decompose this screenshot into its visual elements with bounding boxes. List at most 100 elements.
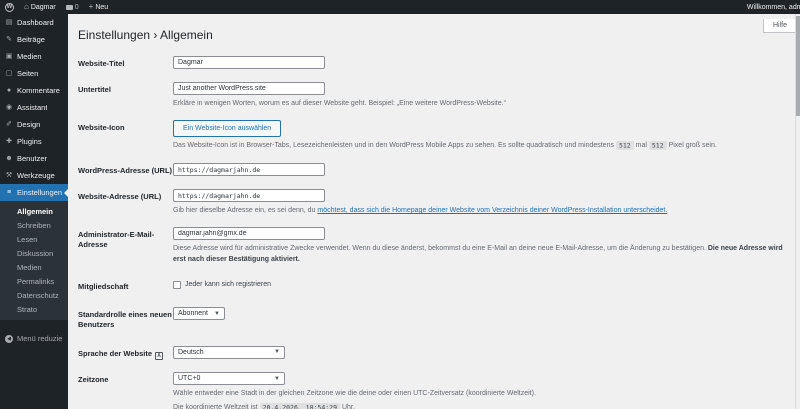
membership-checkbox-label: Jeder kann sich registrieren: [185, 281, 271, 289]
membership-checkbox[interactable]: [173, 280, 181, 289]
vertical-scrollbar[interactable]: [795, 14, 800, 409]
admin-email-input[interactable]: [173, 227, 325, 241]
wordpress-url-label: WordPress-Adresse (URL): [78, 166, 173, 176]
comment-count: 0: [74, 3, 79, 11]
membership-option: Jeder kann sich registrieren: [173, 279, 271, 289]
sidebar-item-label: Medien: [17, 52, 42, 61]
default-role-select[interactable]: Abonnent ▼: [173, 307, 225, 321]
membership-label: Mitgliedschaft: [78, 281, 129, 291]
site-url-help-link[interactable]: möchtest, dass sich die Homepage deiner …: [317, 207, 667, 214]
site-name-menu[interactable]: ⌂ Dagmar: [19, 0, 61, 14]
dashboard-icon: ▤: [5, 19, 13, 26]
language-label: Sprache der Website A: [78, 346, 173, 361]
comments-icon: [65, 4, 73, 10]
submenu-item-writing[interactable]: Schreiben: [0, 218, 68, 232]
timezone-help: Wähle entweder eine Stadt in der gleiche…: [173, 390, 536, 398]
submenu-item-strato[interactable]: Strato: [0, 302, 68, 316]
choose-site-icon-button[interactable]: Ein Website-Icon auswählen: [173, 120, 282, 138]
submenu-item-general[interactable]: Allgemein: [0, 204, 68, 218]
sidebar-item-assistant[interactable]: ◉ Assistant: [0, 99, 68, 116]
website-title-input[interactable]: [173, 56, 325, 69]
submenu-item-discussion[interactable]: Diskussion: [0, 246, 68, 260]
sidebar-item-media[interactable]: ▣ Medien: [0, 48, 68, 65]
utc-suffix: Uhr.: [341, 404, 355, 409]
help-tab[interactable]: Hilfe: [762, 19, 797, 33]
row-timezone: Zeitzone UTC+0 ▼ Wähle entweder eine Sta…: [78, 372, 788, 409]
admin-sidebar: ▤ Dashboard ✎ Beiträge ▣ Medien ▢ Seiten…: [0, 14, 68, 409]
utc-prefix: Die koordinierte Weltzeit ist: [173, 404, 258, 409]
comments-menu[interactable]: 0: [61, 0, 84, 14]
site-icon-help: Das Website-Icon ist in Browser-Tabs, Le…: [173, 140, 717, 151]
language-label-text: Sprache der Website: [78, 348, 153, 358]
collapse-label: Menü reduzieren: [17, 334, 63, 343]
submenu-item-permalinks[interactable]: Permalinks: [0, 274, 68, 288]
sidebar-item-label: Beiträge: [17, 35, 45, 44]
submenu-item-privacy[interactable]: Datenschutz: [0, 288, 68, 302]
sidebar-item-label: Werkzeuge: [17, 171, 55, 180]
language-select[interactable]: Deutsch ▼: [173, 345, 285, 359]
sidebar-item-pages[interactable]: ▢ Seiten: [0, 65, 68, 82]
row-default-role: Standardrolle eines neuen Benutzers Abon…: [78, 307, 788, 330]
row-tagline: Untertitel Erkläre in wenigen Worten, wo…: [78, 82, 788, 109]
sidebar-item-appearance[interactable]: ✐ Design: [0, 116, 68, 133]
sidebar-item-label: Dashboard: [17, 18, 54, 27]
row-site-icon: Website-Icon Ein Website-Icon auswählen …: [78, 120, 788, 151]
site-icon-help-after: Pixel groß sein.: [668, 142, 717, 150]
row-website-title: Website-Titel: [78, 56, 788, 69]
sidebar-item-settings[interactable]: ≡ Einstellungen: [0, 184, 68, 201]
sidebar-item-label: Seiten: [17, 69, 39, 78]
site-icon-label: Website-Icon: [78, 123, 125, 133]
collapse-menu-button[interactable]: ◀ Menü reduzieren: [0, 330, 68, 347]
tagline-input[interactable]: [173, 82, 325, 95]
site-name-label: Dagmar: [30, 3, 56, 11]
wordpress-url-input[interactable]: [173, 163, 325, 177]
sidebar-item-plugins[interactable]: ✚ Plugins: [0, 133, 68, 150]
sidebar-item-dashboard[interactable]: ▤ Dashboard: [0, 14, 68, 31]
wordpress-logo-menu[interactable]: W: [0, 0, 19, 14]
assistant-icon: ◉: [5, 104, 13, 111]
settings-submenu: Allgemein Schreiben Lesen Diskussion Med…: [0, 201, 68, 320]
timezone-select[interactable]: UTC+0 ▼: [173, 372, 285, 386]
sidebar-item-tools[interactable]: ⚒ Werkzeuge: [0, 167, 68, 184]
row-wordpress-url: WordPress-Adresse (URL): [78, 163, 788, 177]
tagline-help: Erkläre in wenigen Worten, worum es auf …: [173, 100, 506, 107]
sidebar-item-label: Benutzer: [17, 154, 48, 163]
settings-icon: ≡: [6, 189, 12, 196]
main-content: Hilfe Einstellungen › Allgemein Website-…: [68, 14, 800, 409]
posts-icon: ✎: [6, 36, 12, 43]
timezone-label: Zeitzone: [78, 375, 109, 385]
row-site-url: Website-Adresse (URL) Gib hier dieselbe …: [78, 189, 788, 216]
translation-icon: A: [155, 352, 164, 361]
sidebar-item-users[interactable]: ☻ Benutzer: [0, 150, 68, 167]
sidebar-item-label: Kommentare: [17, 86, 60, 95]
scrollbar-thumb[interactable]: [796, 16, 800, 116]
chevron-down-icon: ▼: [274, 349, 280, 356]
media-icon: ▣: [5, 53, 13, 60]
size-code-1: 512: [615, 140, 634, 150]
wordpress-logo-icon: W: [5, 2, 14, 12]
collapse-icon: ◀: [5, 334, 13, 343]
website-title-label: Website-Titel: [78, 59, 125, 68]
comments-icon: ●: [6, 87, 12, 94]
site-url-label: Website-Adresse (URL): [78, 192, 162, 202]
admin-bar: W ⌂ Dagmar 0 + Neu Willkommen, admin: [0, 0, 800, 14]
new-label: Neu: [95, 3, 109, 11]
howdy-menu[interactable]: Willkommen, admin: [747, 0, 800, 14]
sidebar-item-label: Plugins: [17, 137, 42, 146]
timezone-value: UTC+0: [178, 375, 201, 383]
submenu-item-reading[interactable]: Lesen: [0, 232, 68, 246]
new-content-menu[interactable]: + Neu: [84, 0, 114, 14]
submenu-item-media[interactable]: Medien: [0, 260, 68, 274]
mal-word: mal: [635, 142, 647, 150]
sidebar-item-posts[interactable]: ✎ Beiträge: [0, 31, 68, 48]
tagline-label: Untertitel: [78, 85, 111, 94]
admin-email-label: Administrator-E-Mail-Adresse: [78, 230, 155, 250]
page-title: Einstellungen › Allgemein: [78, 28, 213, 42]
language-value: Deutsch: [178, 348, 204, 356]
row-membership: Mitgliedschaft Jeder kann sich registrie…: [78, 279, 788, 292]
admin-email-help: Diese Adresse wird für administrative Zw…: [173, 244, 788, 264]
sidebar-item-comments[interactable]: ● Kommentare: [0, 82, 68, 99]
site-url-help-text: Gib hier dieselbe Adresse ein, es sei de…: [173, 207, 316, 215]
site-url-input[interactable]: [173, 189, 325, 203]
home-icon: ⌂: [24, 2, 29, 11]
